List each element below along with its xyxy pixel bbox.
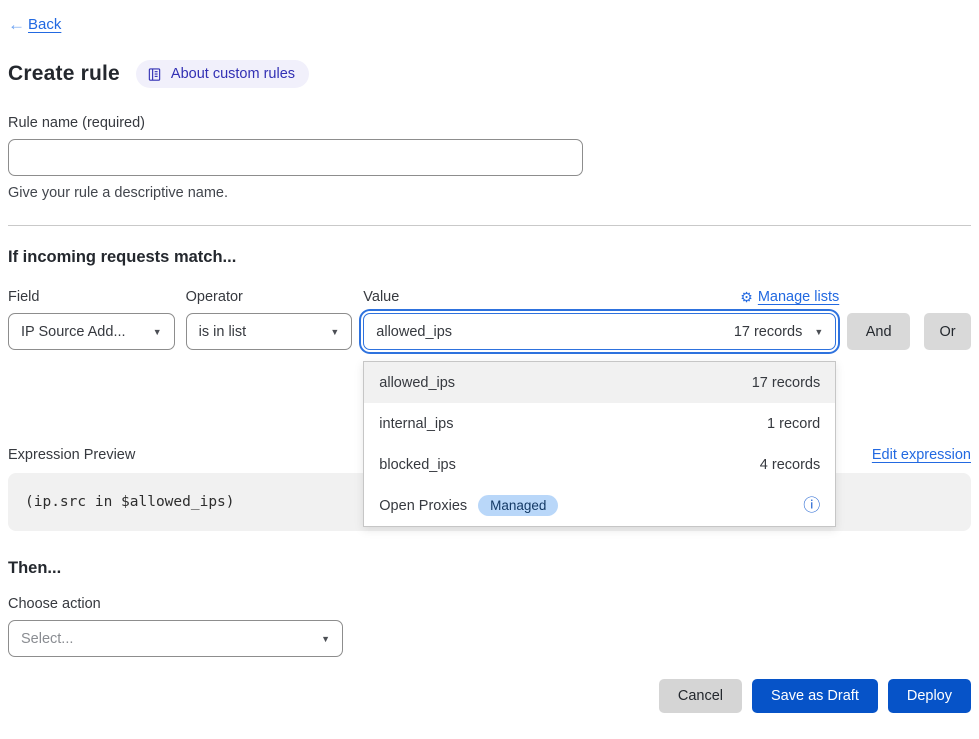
dropdown-item-allowed-ips[interactable]: allowed_ips 17 records [364,362,835,403]
save-as-draft-button[interactable]: Save as Draft [752,679,878,713]
about-custom-rules-link[interactable]: About custom rules [136,60,309,88]
list-name: allowed_ips [379,375,455,391]
or-button[interactable]: Or [924,313,971,350]
chevron-down-icon: ▼ [321,634,330,644]
list-count: 17 records [752,375,821,391]
list-dropdown-panel: allowed_ips 17 records internal_ips 1 re… [363,361,836,527]
title-row: Create rule About custom rules [8,60,971,88]
match-heading: If incoming requests match... [8,248,971,267]
operator-column: Operator is in list ▼ [186,289,353,350]
back-link[interactable]: ← Back [8,16,61,33]
list-name: Open Proxies [379,498,467,514]
manage-lists-link[interactable]: ⚙ Manage lists [740,289,839,305]
rule-name-label: Rule name (required) [8,115,971,131]
field-select-value: IP Source Add... [21,324,126,340]
value-column: Value ⚙ Manage lists allowed_ips 17 reco… [360,289,839,350]
dropdown-item-internal-ips[interactable]: internal_ips 1 record [364,403,835,444]
book-icon [147,67,162,82]
list-name: blocked_ips [379,457,456,473]
operator-label: Operator [186,289,353,305]
and-button[interactable]: And [847,313,910,350]
field-select[interactable]: IP Source Add... ▼ [8,313,175,350]
dropdown-item-open-proxies[interactable]: Open Proxies Managed ⓘ [364,485,835,526]
value-header: Value ⚙ Manage lists [360,289,839,305]
expression-preview-label: Expression Preview [8,447,135,463]
cancel-button[interactable]: Cancel [659,679,742,713]
about-custom-rules-label: About custom rules [171,66,295,82]
chevron-down-icon: ▼ [814,327,823,337]
value-select-right: 17 records ▼ [734,324,823,340]
deploy-button[interactable]: Deploy [888,679,971,713]
managed-badge: Managed [478,495,558,516]
back-arrow-icon: ← [8,16,25,33]
list-count: 1 record [767,416,820,432]
section-divider [8,225,971,226]
back-row: ← Back [8,16,971,35]
rule-name-helper: Give your rule a descriptive name. [8,185,971,201]
value-select-count: 17 records [734,324,803,340]
chevron-down-icon: ▼ [153,327,162,337]
operator-select-value: is in list [199,324,247,340]
then-heading: Then... [8,559,971,578]
chevron-down-icon: ▼ [330,327,339,337]
value-label: Value [363,289,399,305]
dropdown-item-blocked-ips[interactable]: blocked_ips 4 records [364,444,835,485]
action-select[interactable]: Select... ▼ [8,620,343,657]
action-select-placeholder: Select... [21,631,73,647]
footer-actions: Cancel Save as Draft Deploy [8,679,971,713]
value-select-value: allowed_ips [376,324,452,340]
operator-select[interactable]: is in list ▼ [186,313,353,350]
gear-icon: ⚙ [740,290,753,304]
back-label: Back [28,16,61,33]
list-count: 4 records [760,457,820,473]
open-proxies-left: Open Proxies Managed [379,495,558,516]
list-name: internal_ips [379,416,453,432]
value-select[interactable]: allowed_ips 17 records ▼ [363,313,836,350]
field-label: Field [8,289,175,305]
manage-lists-label: Manage lists [758,289,839,305]
rule-name-input[interactable] [8,139,583,176]
info-icon[interactable]: ⓘ [803,497,820,514]
field-column: Field IP Source Add... ▼ [8,289,175,350]
edit-expression-link[interactable]: Edit expression [872,447,971,463]
condition-row: Field IP Source Add... ▼ Operator is in … [8,289,971,350]
page-title: Create rule [8,62,120,86]
choose-action-label: Choose action [8,596,971,612]
